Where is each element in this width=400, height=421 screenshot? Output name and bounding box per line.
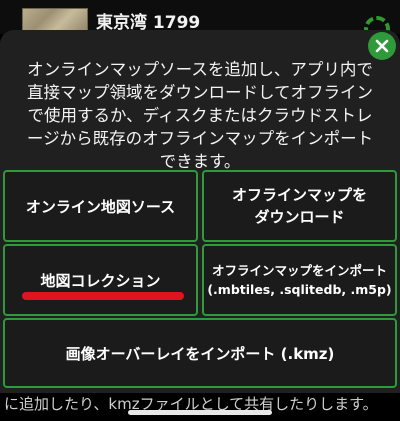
- import-offline-map-button[interactable]: オフラインマップをインポート (.mbtiles, .sqlitedb, .m5…: [202, 244, 397, 316]
- online-map-source-button[interactable]: オンライン地図ソース: [3, 170, 198, 242]
- map-collection-button[interactable]: 地図コレクション: [3, 244, 198, 316]
- import-image-overlay-label: 画像オーバーレイをインポート (.kmz): [65, 344, 335, 363]
- import-offline-map-label-line1: オフラインマップをインポート: [211, 263, 387, 278]
- import-offline-map-label-line2: (.mbtiles, .sqlitedb, .m5p): [207, 282, 392, 297]
- download-offline-map-button[interactable]: オフラインマップを ダウンロード: [202, 170, 397, 242]
- highlight-underline: [22, 292, 184, 300]
- dialog-description: オンラインマップソースを追加し、アプリ内で直接マップ領域をダウンロードしてオフラ…: [26, 60, 374, 171]
- home-indicator: [128, 410, 272, 415]
- map-collection-label: 地図コレクション: [40, 271, 161, 290]
- background-header: 東京湾 1799: [0, 0, 400, 34]
- download-offline-map-label-line2: ダウンロード: [254, 208, 345, 226]
- close-icon: [375, 39, 389, 53]
- import-image-overlay-button[interactable]: 画像オーバーレイをインポート (.kmz): [3, 318, 397, 388]
- online-map-source-label: オンライン地図ソース: [25, 197, 176, 216]
- download-offline-map-label-line1: オフラインマップを: [231, 186, 367, 204]
- close-button[interactable]: [368, 32, 396, 60]
